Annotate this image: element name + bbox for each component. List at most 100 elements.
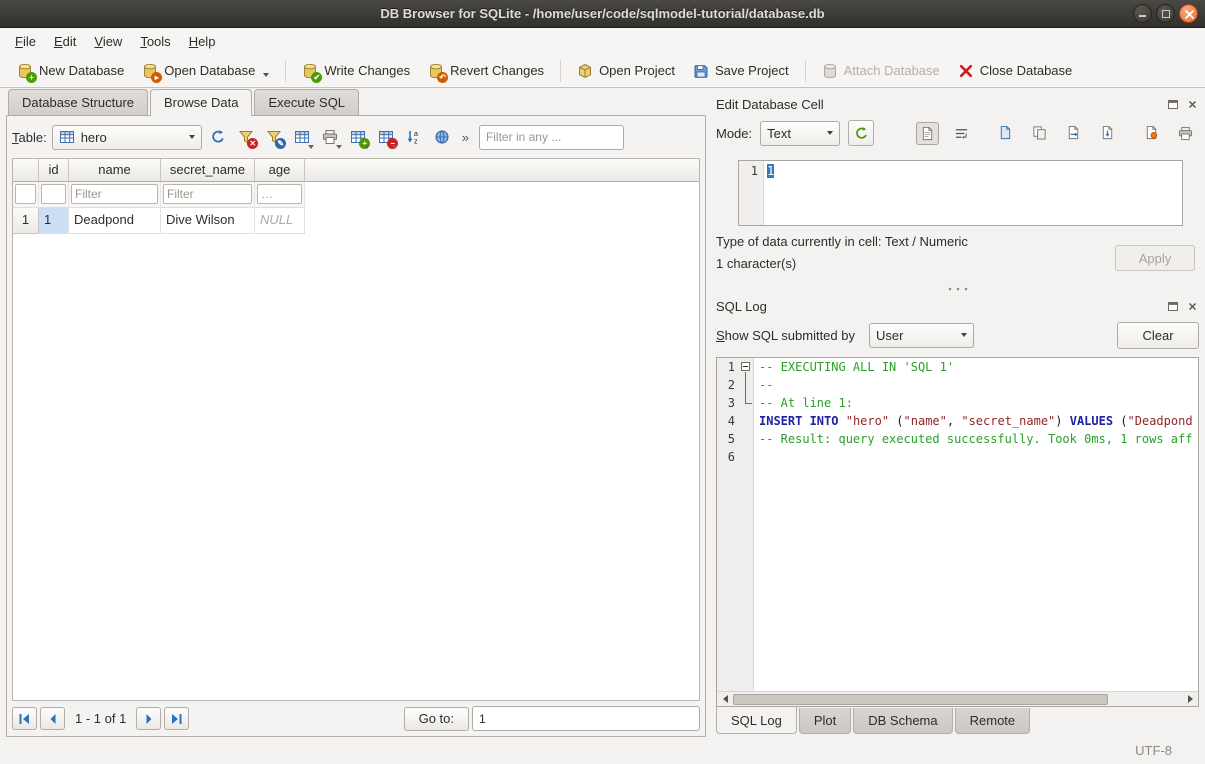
app-window: DB Browser for SQLite - /home/user/code/… [0,0,1205,764]
corner-header-cell[interactable] [13,159,39,182]
copy-cell-button[interactable] [1028,122,1051,145]
table-icon [59,129,75,145]
tab-db-schema[interactable]: DB Schema [853,708,952,734]
new-record-button[interactable]: + [347,126,370,149]
sort-ascending-button[interactable]: az [403,126,426,149]
menu-file[interactable]: File [6,30,45,53]
open-project-button[interactable]: Open Project [568,58,684,84]
cell-name[interactable]: Deadpond [69,208,161,234]
clear-log-button[interactable]: Clear [1117,322,1199,349]
cell-secret-name[interactable]: Dive Wilson [161,208,255,234]
tab-plot[interactable]: Plot [799,708,851,734]
next-page-button[interactable] [136,707,161,730]
tab-browse-data[interactable]: Browse Data [150,89,252,116]
grid-empty-area[interactable] [13,234,699,700]
filter-id2-input[interactable] [41,184,66,204]
filter-options-button[interactable]: ✎ [263,126,286,149]
refresh-button[interactable] [207,126,230,149]
goto-button[interactable]: Go to: [404,707,469,731]
column-header-id[interactable]: id [39,159,69,182]
close-dock-button[interactable] [1185,300,1199,313]
cell-char-count: 1 character(s) [716,256,1115,271]
print-dropdown-icon[interactable] [336,145,342,149]
column-header-age[interactable]: age [255,159,305,182]
cell-age[interactable]: NULL [255,208,305,234]
tab-database-structure[interactable]: Database Structure [8,89,148,115]
print-cell-button[interactable] [1174,122,1197,145]
revert-changes-button[interactable]: ↶ Revert Changes [419,58,553,84]
export-dropdown-icon[interactable] [308,145,314,149]
cell-editor[interactable]: 1 1 [738,160,1183,226]
write-changes-button[interactable]: ✔ Write Changes [293,58,419,84]
last-page-button[interactable] [164,707,189,730]
menu-edit[interactable]: Edit [45,30,85,53]
filter-any-column-input[interactable] [479,125,624,150]
save-project-button[interactable]: Save Project [684,58,798,84]
last-page-icon [170,713,183,725]
filter-secret-name-input[interactable] [163,184,252,204]
column-header-name[interactable]: name [69,159,161,182]
column-header-secret-name[interactable]: secret_name [161,159,255,182]
delete-record-button[interactable]: − [375,126,398,149]
apply-button[interactable]: Apply [1115,245,1195,271]
editor-content-area[interactable]: 1 [764,161,777,225]
filter-age-input[interactable] [257,184,302,204]
menu-view[interactable]: View [85,30,131,53]
filter-edit-icon: ✎ [266,129,282,145]
close-database-label: Close Database [980,63,1073,78]
new-database-button[interactable]: + New Database [8,58,133,84]
float-dock-button[interactable] [1166,98,1180,111]
next-page-icon [143,713,155,725]
toolbar-separator [285,60,286,82]
text-view-button[interactable] [916,122,939,145]
maximize-button[interactable] [1156,4,1175,23]
mode-combobox[interactable]: Text [760,121,840,146]
menu-tools[interactable]: Tools [131,30,179,53]
tab-execute-sql[interactable]: Execute SQL [254,89,359,115]
toolbar-overflow-icon[interactable]: » [459,130,472,145]
print-button[interactable] [319,126,342,149]
table-combobox[interactable]: hero [52,125,202,150]
sql-log-area[interactable]: 1-- EXECUTING ALL IN 'SQL 1'2--3-- At li… [716,357,1199,707]
word-wrap-button[interactable] [950,122,973,145]
previous-page-button[interactable] [40,707,65,730]
set-null-button[interactable] [1140,122,1163,145]
save-cell-button[interactable] [1096,122,1119,145]
editor-selected-text: 1 [767,164,774,178]
arrow-right-icon [1188,695,1193,703]
close-database-button[interactable]: Close Database [949,58,1082,84]
horizontal-scrollbar[interactable] [717,691,1198,706]
open-database-button[interactable]: ▸ Open Database [133,58,278,84]
cell-id[interactable]: 1 [39,208,69,234]
scrollbar-thumb[interactable] [733,694,1108,705]
first-page-button[interactable] [12,707,37,730]
tab-sql-log[interactable]: SQL Log [716,707,797,734]
menu-help[interactable]: Help [180,30,225,53]
float-dock-button[interactable] [1166,300,1180,313]
close-window-button[interactable] [1179,4,1198,23]
scroll-right-button[interactable] [1182,692,1198,706]
window-title: DB Browser for SQLite - /home/user/code/… [0,6,1205,21]
scroll-left-button[interactable] [717,692,733,706]
submitted-by-combobox[interactable]: User [869,323,974,348]
clear-filters-button[interactable]: ✕ [235,126,258,149]
row-number-cell[interactable]: 1 [13,208,39,234]
tab-remote[interactable]: Remote [955,708,1031,734]
filter-id-input[interactable] [15,184,36,204]
new-record-dropdown-icon[interactable] [364,145,370,149]
filter-name-input[interactable] [71,184,158,204]
export-table-button[interactable] [291,126,314,149]
open-database-dropdown-icon[interactable] [263,73,269,77]
attach-database-button[interactable]: Attach Database [813,58,949,84]
find-in-table-button[interactable] [431,126,454,149]
goto-row-input[interactable] [472,706,700,731]
import-cell-button[interactable] [994,122,1017,145]
minimize-button[interactable] [1133,4,1152,23]
export-cell-button[interactable] [1062,122,1085,145]
delete-record-dropdown-icon[interactable] [392,145,398,149]
apply-format-button[interactable] [848,120,874,146]
close-dock-button[interactable] [1185,98,1199,111]
dock-splitter-handle[interactable] [716,284,1199,294]
titlebar[interactable]: DB Browser for SQLite - /home/user/code/… [0,0,1205,28]
fold-collapse-icon[interactable] [741,362,750,371]
